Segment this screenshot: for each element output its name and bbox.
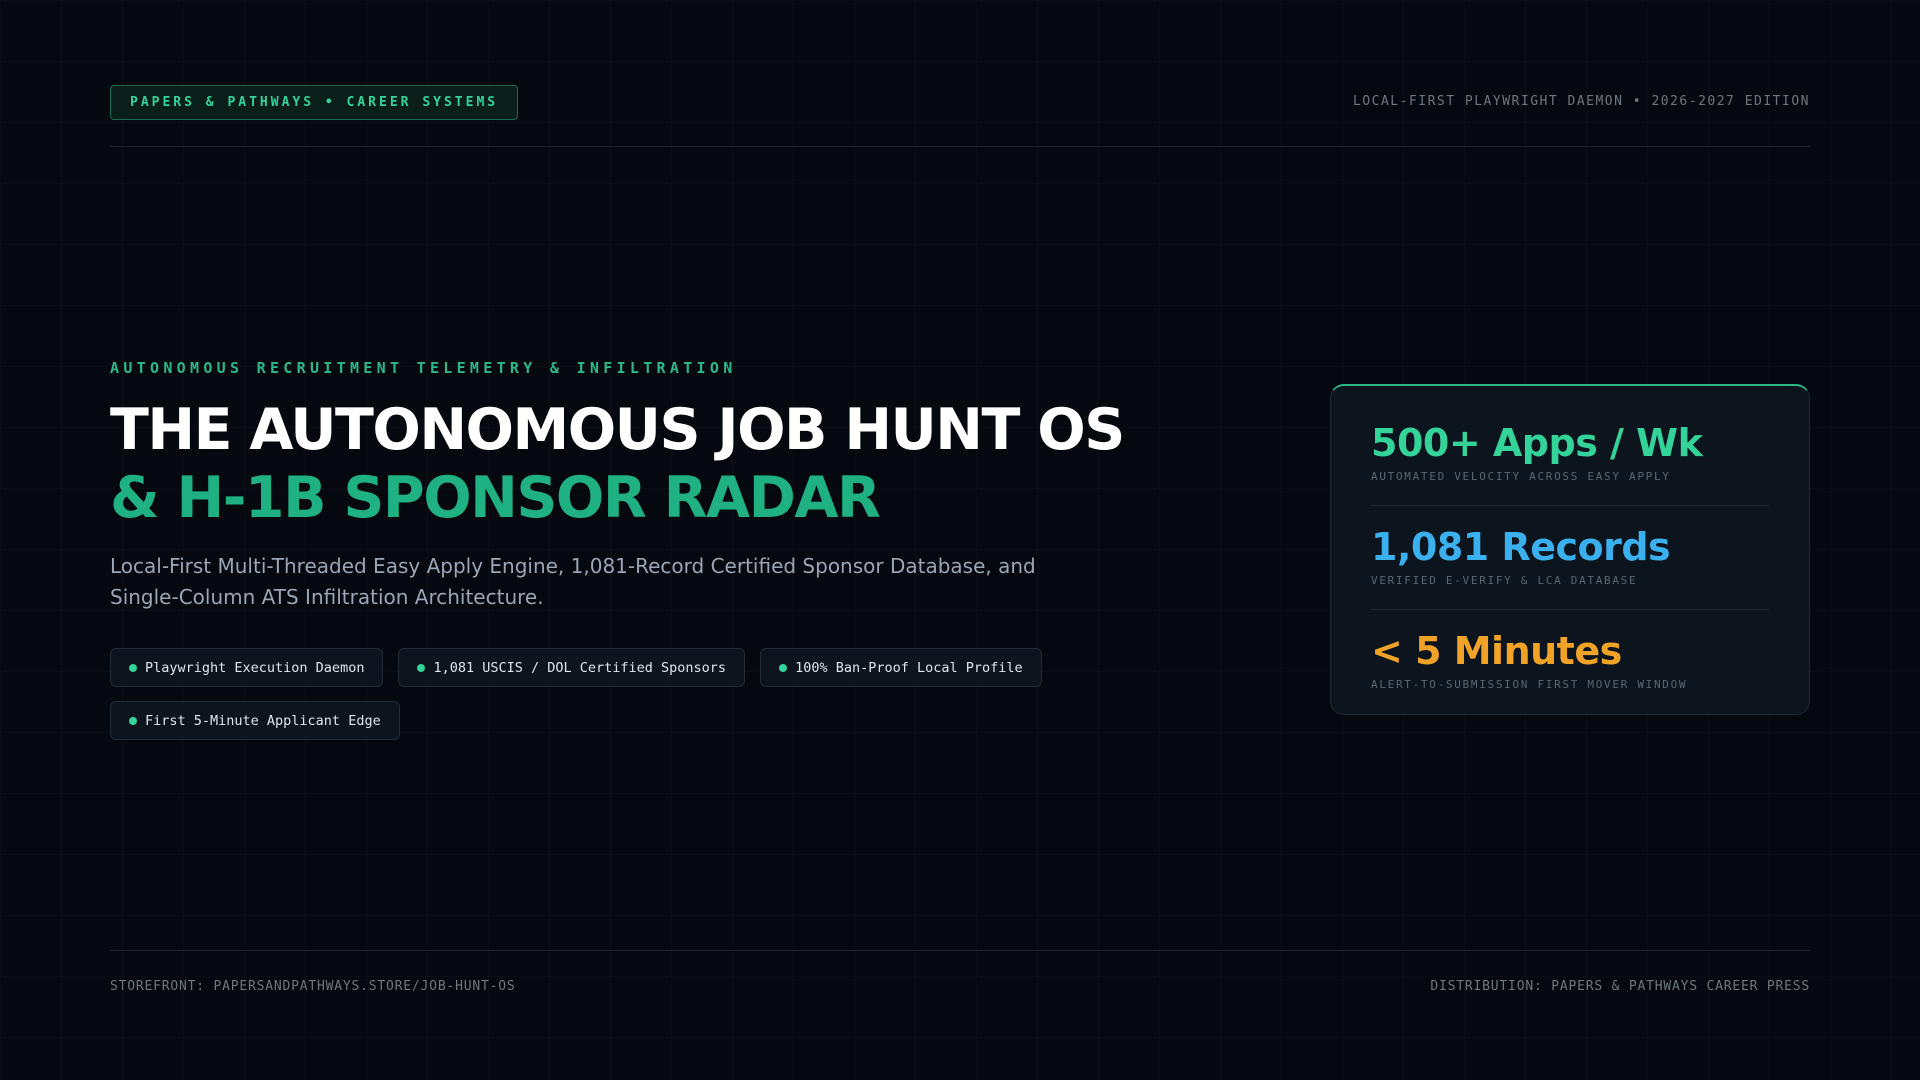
feature-chip: Playwright Execution Daemon [110, 648, 384, 687]
hero-eyebrow: AUTONOMOUS RECRUITMENT TELEMETRY & INFIL… [110, 359, 737, 377]
stat-submission-window: < 5 Minutes ALERT-TO-SUBMISSION FIRST MO… [1371, 628, 1769, 691]
stat-records: 1,081 Records VERIFIED E-VERIFY & LCA DA… [1371, 524, 1769, 587]
brand-badge-label: PAPERS & PATHWAYS • CAREER SYSTEMS [130, 95, 499, 110]
hero-title: THE AUTONOMOUS JOB HUNT OS & H-1B SPONSO… [110, 396, 1125, 532]
stats-card: 500+ Apps / Wk AUTOMATED VELOCITY ACROSS… [1330, 384, 1810, 715]
status-dot-icon [417, 663, 426, 672]
stat-caption: ALERT-TO-SUBMISSION FIRST MOVER WINDOW [1371, 678, 1688, 691]
stat-value: < 5 Minutes [1371, 629, 1622, 673]
stat-caption: AUTOMATED VELOCITY ACROSS EASY APPLY [1371, 470, 1671, 483]
stat-value: 1,081 Records [1371, 525, 1671, 569]
stat-caption: VERIFIED E-VERIFY & LCA DATABASE [1371, 574, 1638, 587]
stat-divider [1371, 505, 1769, 506]
feature-chip-label: Playwright Execution Daemon [145, 659, 365, 676]
feature-chip: 100% Ban-Proof Local Profile [760, 648, 1042, 687]
edition-label: LOCAL-FIRST PLAYWRIGHT DAEMON • 2026-202… [1352, 94, 1810, 109]
stat-divider [1371, 609, 1769, 610]
feature-chip-label: 100% Ban-Proof Local Profile [795, 659, 1023, 676]
feature-chip: First 5-Minute Applicant Edge [110, 701, 400, 740]
feature-chip-label: First 5-Minute Applicant Edge [145, 712, 381, 729]
footer-divider [110, 950, 1810, 951]
hero-subtitle: Local-First Multi-Threaded Easy Apply En… [110, 554, 1036, 609]
feature-chips: Playwright Execution Daemon 1,081 USCIS … [110, 648, 1050, 740]
feature-chip: 1,081 USCIS / DOL Certified Sponsors [398, 648, 746, 687]
header-divider [110, 146, 1810, 147]
status-dot-icon [779, 663, 788, 672]
status-dot-icon [129, 716, 137, 725]
stat-apps-per-week: 500+ Apps / Wk AUTOMATED VELOCITY ACROSS… [1371, 420, 1769, 483]
hero-title-line-1: THE AUTONOMOUS JOB HUNT OS [110, 397, 1125, 463]
stat-value: 500+ Apps / Wk [1371, 421, 1703, 465]
hero-title-line-2: & H-1B SPONSOR RADAR [110, 465, 881, 531]
storefront-label: STOREFRONT: PAPERSANDPATHWAYS.STORE/JOB-… [110, 979, 516, 994]
feature-chip-label: 1,081 USCIS / DOL Certified Sponsors [433, 659, 727, 676]
brand-badge: PAPERS & PATHWAYS • CAREER SYSTEMS [110, 85, 519, 120]
distribution-label: DISTRIBUTION: PAPERS & PATHWAYS CAREER P… [1430, 979, 1810, 994]
status-dot-icon [129, 663, 137, 672]
